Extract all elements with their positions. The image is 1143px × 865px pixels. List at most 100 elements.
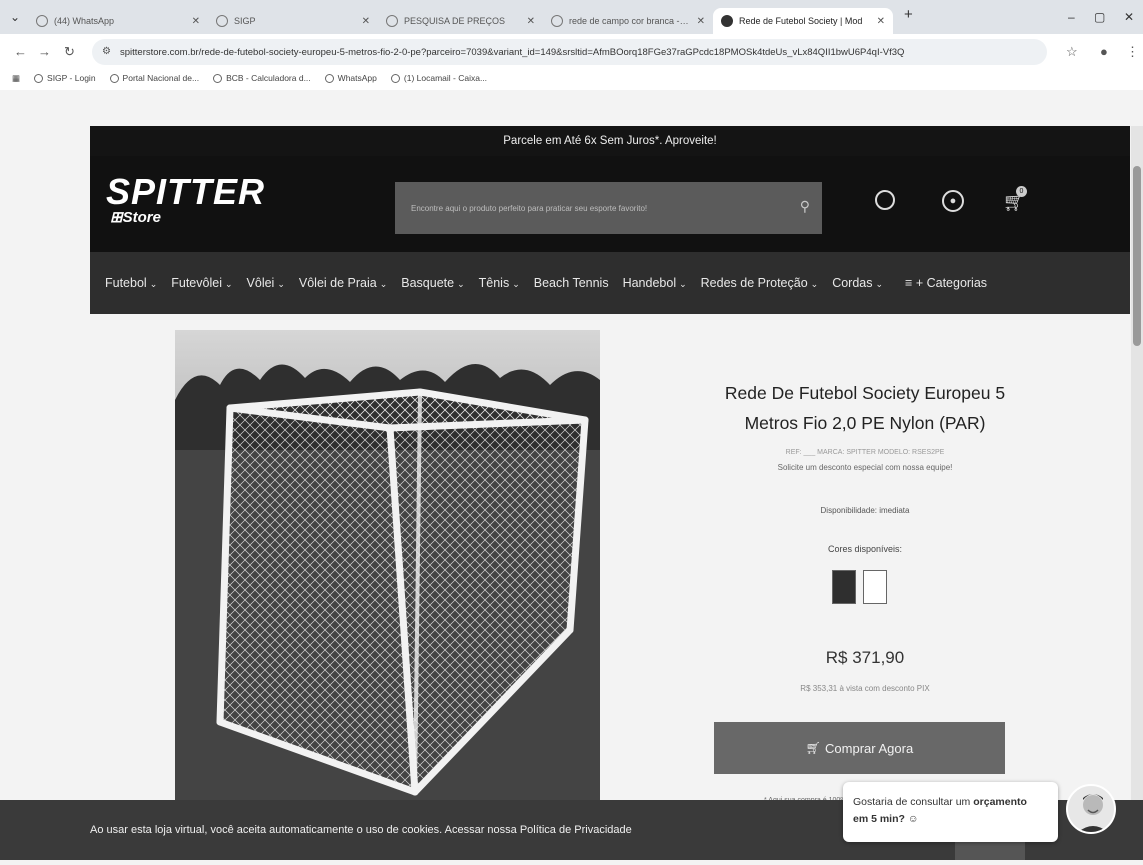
logo-sub: ⊞Store xyxy=(110,210,265,226)
category-item[interactable]: Tênis ⌄ xyxy=(479,276,520,290)
address-bar-area: ← → ↻ ⚙ spitterstore.com.br/rede-de-fute… xyxy=(0,34,1143,90)
close-tab-icon[interactable]: ✕ xyxy=(527,16,535,27)
new-tab-button[interactable]: + xyxy=(904,6,913,23)
sigp-icon xyxy=(386,15,398,27)
category-label: Handebol xyxy=(622,276,677,290)
chat-invite-bubble[interactable]: Gostaria de consultar um orçamento em 5 … xyxy=(843,782,1058,842)
close-window-icon[interactable]: ✕ xyxy=(1124,10,1134,24)
all-categories-menu[interactable]: ≡ + Categorias xyxy=(905,276,987,290)
smile-icon: ☺ xyxy=(907,813,919,825)
chevron-down-icon: ⌄ xyxy=(875,279,884,289)
category-item[interactable]: Futevôlei ⌄ xyxy=(171,276,232,290)
bookmark-label: Portal Nacional de... xyxy=(122,73,200,83)
promo-banner: Parcele em Até 6x Sem Juros*. Aproveite! xyxy=(90,126,1130,156)
site-logo[interactable]: SPITTER ⊞Store xyxy=(106,174,265,226)
availability-text: Disponibilidade: imediata xyxy=(820,506,910,515)
cart-count-badge: 0 xyxy=(1016,186,1027,197)
close-tab-icon[interactable]: ✕ xyxy=(192,16,200,27)
category-item[interactable]: Beach Tennis xyxy=(534,276,609,290)
scrollbar-thumb[interactable] xyxy=(1133,166,1141,346)
category-label: Futebol xyxy=(105,276,147,290)
logo-sub-text: Store xyxy=(122,209,161,226)
bookmark-favicon-icon xyxy=(34,73,44,83)
search-icon[interactable]: ⚲ xyxy=(800,198,810,215)
whatsapp-icon xyxy=(36,15,48,27)
apps-grid-icon[interactable]: ▦ xyxy=(12,73,20,84)
minimize-icon[interactable]: – xyxy=(1068,10,1075,24)
bookmarks-bar: ▦ SIGP - Login Portal Nacional de... BCB… xyxy=(0,68,487,88)
tab-title: SIGP xyxy=(234,16,256,26)
chevron-down-icon: ⌄ xyxy=(810,279,819,289)
chevron-down-icon: ⌄ xyxy=(379,279,388,289)
search-placeholder: Encontre aqui o produto perfeito para pr… xyxy=(411,203,648,213)
chat-bold2: em 5 min? xyxy=(853,813,905,825)
buy-now-label: Comprar Agora xyxy=(825,740,914,756)
category-item[interactable]: Vôlei ⌄ xyxy=(247,276,285,290)
sigp-icon xyxy=(216,15,228,27)
soccer-goal-photo xyxy=(175,330,600,800)
search-input[interactable]: Encontre aqui o produto perfeito para pr… xyxy=(395,182,822,234)
pix-price: R$ 353,31 à vista com desconto PIX xyxy=(800,684,930,693)
category-label: Vôlei de Praia xyxy=(298,276,377,290)
bookmark-item[interactable]: Portal Nacional de... xyxy=(109,73,200,83)
tab-spitter-active[interactable]: Rede de Futebol Society | Mod ✕ xyxy=(713,8,893,34)
product-ref: REF: ___ MARCA: SPITTER MODELO: RSES2PE xyxy=(785,449,945,456)
google-icon xyxy=(551,15,563,27)
tab-whatsapp[interactable]: (44) WhatsApp ✕ xyxy=(28,8,208,34)
chat-agent-avatar[interactable] xyxy=(1066,784,1116,834)
tab-sigp[interactable]: SIGP ✕ xyxy=(208,8,378,34)
category-item[interactable]: Vôlei de Praia ⌄ xyxy=(299,276,387,290)
product-image[interactable] xyxy=(175,330,600,800)
url-input[interactable]: ⚙ spitterstore.com.br/rede-de-futebol-so… xyxy=(92,39,1047,65)
bookmark-item[interactable]: SIGP - Login xyxy=(34,73,96,83)
bookmark-item[interactable]: WhatsApp xyxy=(324,73,377,83)
bookmark-item[interactable]: (1) Locamail - Caixa... xyxy=(390,73,487,83)
cart-icon[interactable]: 🛒︎ 0 xyxy=(1002,186,1027,214)
chat-icon[interactable] xyxy=(875,190,895,210)
reload-icon[interactable]: ↻ xyxy=(64,44,75,60)
category-label: Beach Tennis xyxy=(533,276,609,290)
chevron-down-icon: ⌄ xyxy=(457,279,465,289)
profile-icon[interactable]: ● xyxy=(1100,44,1108,59)
cookie-text[interactable]: Ao usar esta loja virtual, você aceita a… xyxy=(90,824,632,836)
category-item[interactable]: Basquete ⌄ xyxy=(401,276,464,290)
menu-kebab-icon[interactable]: ⋮ xyxy=(1126,44,1139,60)
tab-search-icon[interactable]: ⌄ xyxy=(10,10,20,24)
user-account-icon[interactable]: ● xyxy=(942,190,964,212)
tab-google-search[interactable]: rede de campo cor branca - Go ✕ xyxy=(543,8,713,34)
page-scrollbar[interactable] xyxy=(1131,126,1143,806)
buy-now-button[interactable]: 🛒︎ Comprar Agora xyxy=(714,722,1005,774)
close-tab-icon[interactable]: ✕ xyxy=(697,16,705,27)
tab-pesquisa[interactable]: PESQUISA DE PREÇOS ✕ xyxy=(378,8,543,34)
cookie-accept-button[interactable] xyxy=(955,842,1025,860)
product-title: Rede De Futebol Society Europeu 5 Metros… xyxy=(724,383,1006,433)
category-item[interactable]: Handebol ⌄ xyxy=(623,276,687,290)
product-price: R$ 371,90 xyxy=(825,648,905,667)
bookmark-star-icon[interactable]: ☆ xyxy=(1066,44,1078,60)
back-icon[interactable]: ← xyxy=(14,44,27,59)
category-item[interactable]: Cordas ⌄ xyxy=(832,276,883,290)
close-tab-icon[interactable]: ✕ xyxy=(362,16,370,27)
color-swatch-dark[interactable] xyxy=(832,570,856,604)
discount-link[interactable]: Solicite um desconto especial com nossa … xyxy=(710,463,1020,472)
category-label: Redes de Proteção xyxy=(700,276,808,290)
color-swatch-white[interactable] xyxy=(863,570,887,604)
category-item[interactable]: Redes de Proteção ⌄ xyxy=(701,276,819,290)
bookmark-favicon-icon xyxy=(390,73,400,83)
category-label: Tênis xyxy=(478,276,510,290)
category-label: Basquete xyxy=(401,276,455,290)
category-nav: Futebol ⌄ Futevôlei ⌄ Vôlei ⌄ Vôlei de Praia ⌄ B… xyxy=(90,252,1130,314)
bookmark-favicon-icon xyxy=(109,73,119,83)
site-info-icon[interactable]: ⚙ xyxy=(102,46,111,57)
category-label: Vôlei xyxy=(246,276,275,290)
bookmark-label: WhatsApp xyxy=(337,73,377,83)
bookmark-favicon-icon xyxy=(324,73,334,83)
maximize-icon[interactable]: ▢ xyxy=(1094,10,1105,24)
category-label: Cordas xyxy=(832,276,873,290)
bookmark-item[interactable]: BCB - Calculadora d... xyxy=(213,73,311,83)
category-item[interactable]: Futebol ⌄ xyxy=(105,276,157,290)
forward-icon[interactable]: → xyxy=(38,44,51,59)
chat-line1: Gostaria de consultar um xyxy=(853,796,971,808)
bookmark-label: SIGP - Login xyxy=(47,73,96,83)
close-tab-icon[interactable]: ✕ xyxy=(877,16,885,27)
